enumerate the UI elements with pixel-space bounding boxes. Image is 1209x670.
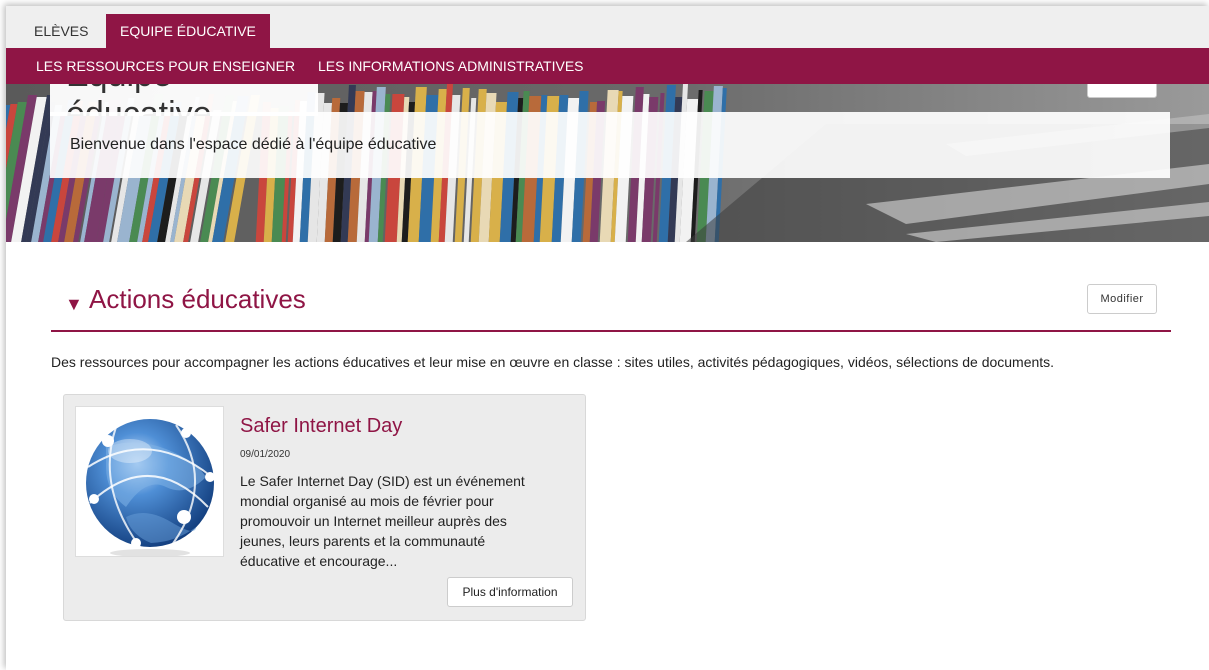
nav-ressources-enseigner[interactable]: LES RESSOURCES POUR ENSEIGNER xyxy=(36,48,295,84)
secondary-nav: LES RESSOURCES POUR ENSEIGNER LES INFORM… xyxy=(6,48,1209,84)
card-summary: Le Safer Internet Day (SID) est un événe… xyxy=(240,473,525,569)
top-tab-bar: ELÈVES EQUIPE ÉDUCATIVE xyxy=(6,6,1209,48)
welcome-message: Bienvenue dans l'espace dédié à l'équipe… xyxy=(50,112,1170,178)
more-info-button[interactable]: Plus d'information xyxy=(447,577,573,607)
library-banner: Équipe éducative Bienvenue dans l'espace… xyxy=(6,84,1209,242)
collapse-caret-icon[interactable]: ▼ xyxy=(65,294,83,315)
globe-icon xyxy=(86,419,215,557)
section-description: Des ressources pour accompagner les acti… xyxy=(51,354,1055,370)
tab-eleves[interactable]: ELÈVES xyxy=(20,14,102,48)
card-title[interactable]: Safer Internet Day xyxy=(240,415,402,438)
section-header: ▼ Actions éducatives Modifier xyxy=(51,280,1171,332)
modify-button[interactable]: Modifier xyxy=(1087,284,1157,314)
tab-equipe-educative[interactable]: EQUIPE ÉDUCATIVE xyxy=(106,14,270,48)
nav-informations-administratives[interactable]: LES INFORMATIONS ADMINISTRATIVES xyxy=(318,48,584,84)
banner-edit-button[interactable] xyxy=(1087,84,1157,98)
card-date: 09/01/2020 xyxy=(240,449,291,460)
section-title: Actions éducatives xyxy=(89,284,306,314)
page-frame: ELÈVES EQUIPE ÉDUCATIVE LES RESSOURCES P… xyxy=(6,6,1209,670)
resource-card: Safer Internet Day 09/01/2020 Le Safer I… xyxy=(63,394,586,621)
card-thumbnail xyxy=(75,406,224,557)
